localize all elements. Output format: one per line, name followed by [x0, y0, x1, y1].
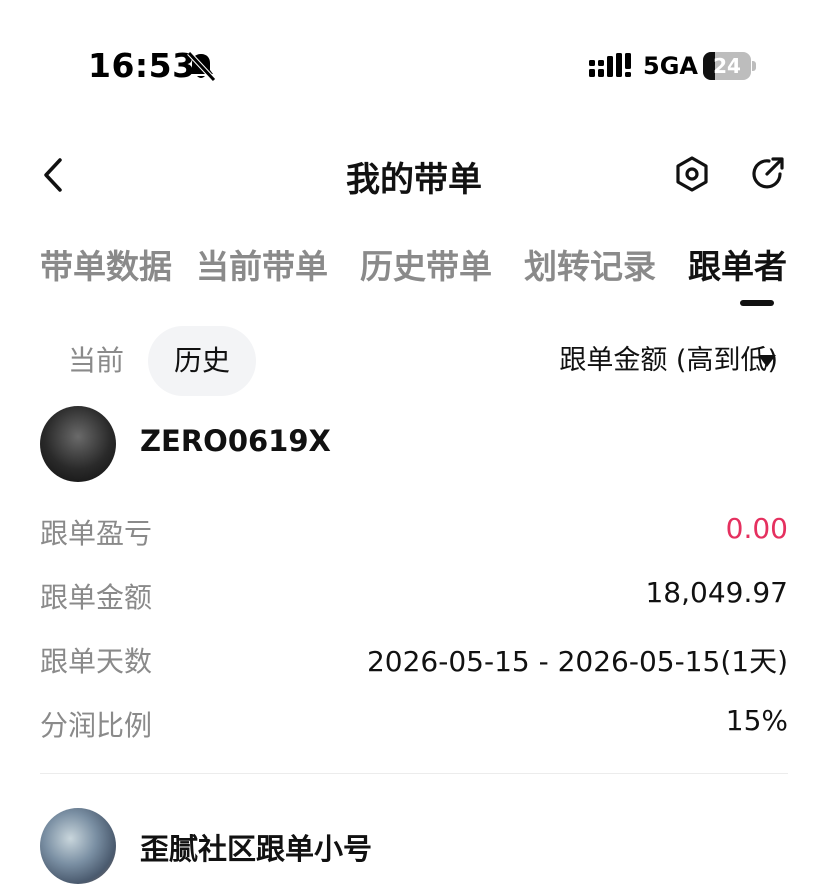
network-type: 5GA: [643, 52, 698, 80]
tab-followers[interactable]: 跟单者: [688, 240, 787, 288]
filter-row: 当前 历史 跟单金额 (高到低): [0, 326, 828, 396]
info-label: 分润比例: [40, 709, 153, 742]
header: 我的带单: [0, 140, 828, 210]
info-label: 跟单金额: [40, 581, 153, 614]
status-bar: 16:53 5GA 24: [0, 0, 828, 110]
active-tab-indicator: [740, 300, 774, 306]
follower-username: ZERO0619X: [140, 424, 331, 458]
tab-history-orders[interactable]: 历史带单: [360, 240, 492, 288]
settings-icon[interactable]: [672, 154, 712, 194]
info-row-profit-share: 分润比例 15%: [40, 704, 788, 744]
info-row-pnl: 跟单盈亏 0.00: [40, 512, 788, 552]
battery-level: 24: [713, 54, 741, 78]
battery-icon: 24: [703, 52, 756, 80]
profit-share-value: 15%: [725, 704, 788, 737]
days-value: 2026-05-15 - 2026-05-15(1天): [366, 645, 788, 678]
bell-muted-icon: [187, 51, 216, 82]
status-time: 16:53: [88, 46, 196, 85]
avatar: [40, 406, 116, 482]
sort-dropdown[interactable]: 跟单金额 (高到低): [559, 326, 778, 396]
share-icon[interactable]: [747, 154, 787, 194]
amount-value: 18,049.97: [645, 576, 788, 609]
tab-lead-data[interactable]: 带单数据: [40, 240, 172, 288]
info-label: 跟单天数: [40, 645, 153, 678]
follower-username: 歪腻社区跟单小号: [140, 832, 373, 866]
tab-current-orders[interactable]: 当前带单: [196, 240, 328, 288]
subtab-history[interactable]: 历史: [148, 326, 256, 396]
info-row-days: 跟单天数 2026-05-15 - 2026-05-15(1天): [40, 640, 788, 680]
avatar: [40, 808, 116, 884]
pnl-value: 0.00: [725, 512, 788, 545]
info-label: 跟单盈亏: [40, 517, 153, 550]
divider: [40, 773, 788, 774]
info-row-amount: 跟单金额 18,049.97: [40, 576, 788, 616]
subtab-current[interactable]: 当前: [46, 326, 146, 396]
caret-down-icon[interactable]: [758, 355, 776, 367]
tab-transfer-records[interactable]: 划转记录: [524, 240, 656, 288]
tab-bar: 带单数据 当前带单 历史带单 划转记录 跟单者: [0, 236, 828, 316]
signal-icon: [589, 53, 631, 77]
